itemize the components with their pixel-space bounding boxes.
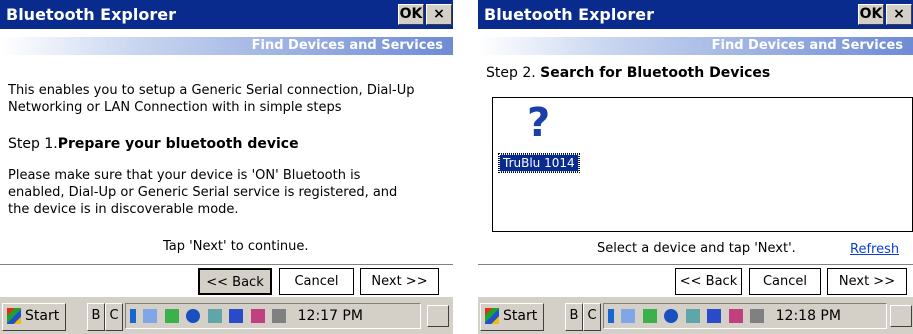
usb-otg-icon[interactable] [229,309,244,323]
section-banner: Find Devices and Services [0,37,453,55]
step-heading: Step 1.Prepare your bluetooth device [8,136,299,153]
section-banner: Find Devices and Services [478,37,913,55]
system-tray: 12:18 PM [603,303,887,329]
start-button[interactable]: Start [2,303,67,331]
intro-text-line2: Networking or LAN Connection with in sim… [8,100,342,115]
close-button[interactable]: × [886,4,912,25]
hint-text: Tap 'Next' to continue. [163,239,309,254]
desktop-icon[interactable] [427,305,449,327]
battery-icon[interactable] [750,309,765,323]
network-icon[interactable] [621,309,636,323]
details-line1: Please make sure that your device is 'ON… [8,168,361,183]
bluetooth-icon[interactable] [664,309,679,323]
next-button[interactable]: Next >> [827,268,907,295]
clock[interactable]: 12:18 PM [776,308,841,324]
bluetooth-icon[interactable] [186,309,201,323]
bluetooth-explorer-window-step2: Bluetooth Explorer OK × Find Devices and… [478,0,913,334]
windows-flag-icon [7,308,21,324]
step-title: Prepare your bluetooth device [57,136,299,152]
network-icon[interactable] [143,309,158,323]
details-line2: enabled, Dial-Up or Generic Serial servi… [8,185,398,200]
bluetooth-explorer-window-step1: Bluetooth Explorer OK × Find Devices and… [0,0,453,334]
taskbar: Start B C 12:17 PM [0,296,453,334]
details-line3: the device is in discoverable mode. [8,202,239,217]
device-list[interactable]: ? TruBlu 1014 [492,97,913,232]
taskbar-item-c[interactable]: C [105,303,123,331]
tray-marker-icon [608,309,614,323]
unknown-device-icon[interactable]: ? [527,100,550,146]
step-number: Step 2. [486,65,536,81]
step-heading: Step 2. Search for Bluetooth Devices [486,65,770,82]
usb-otg-icon[interactable] [707,309,722,323]
step-title: Search for Bluetooth Devices [540,65,771,81]
clock[interactable]: 12:17 PM [298,308,363,324]
separator [478,264,913,266]
hint-text: Select a device and tap 'Next'. [597,241,796,256]
ok-button[interactable]: OK [398,4,424,25]
back-button[interactable]: << Back [675,268,742,295]
taskbar-item-c[interactable]: C [583,303,601,331]
desktop-icon[interactable] [890,305,912,327]
title-bar: Bluetooth Explorer OK × [0,0,453,29]
start-button[interactable]: Start [480,303,545,331]
cancel-button[interactable]: Cancel [279,268,354,295]
connection-icon[interactable] [642,309,657,323]
next-button[interactable]: Next >> [360,268,439,295]
close-button[interactable]: × [426,4,452,25]
start-label: Start [25,308,60,324]
signal-icon[interactable] [207,309,222,323]
cancel-button[interactable]: Cancel [749,268,821,295]
step-number: Step 1. [8,136,58,152]
tray-marker-icon [130,309,136,323]
window-title: Bluetooth Explorer [484,5,654,24]
ok-button[interactable]: OK [858,4,884,25]
volume-icon[interactable] [250,309,265,323]
windows-flag-icon [485,308,499,324]
refresh-link[interactable]: Refresh [850,242,899,257]
signal-icon[interactable] [685,309,700,323]
start-label: Start [503,308,538,324]
taskbar-item-b[interactable]: B [565,303,583,331]
volume-icon[interactable] [728,309,743,323]
battery-icon[interactable] [272,309,287,323]
back-button[interactable]: << Back [198,268,272,295]
separator [0,264,453,266]
taskbar-item-b[interactable]: B [87,303,105,331]
device-item-trublu[interactable]: TruBlu 1014 [498,153,580,173]
intro-text-line1: This enables you to setup a Generic Seri… [8,83,415,98]
window-title: Bluetooth Explorer [6,5,176,24]
title-bar: Bluetooth Explorer OK × [478,0,913,29]
taskbar: Start B C 12:18 PM [478,296,913,334]
system-tray: 12:17 PM [125,303,421,329]
connection-icon[interactable] [164,309,179,323]
